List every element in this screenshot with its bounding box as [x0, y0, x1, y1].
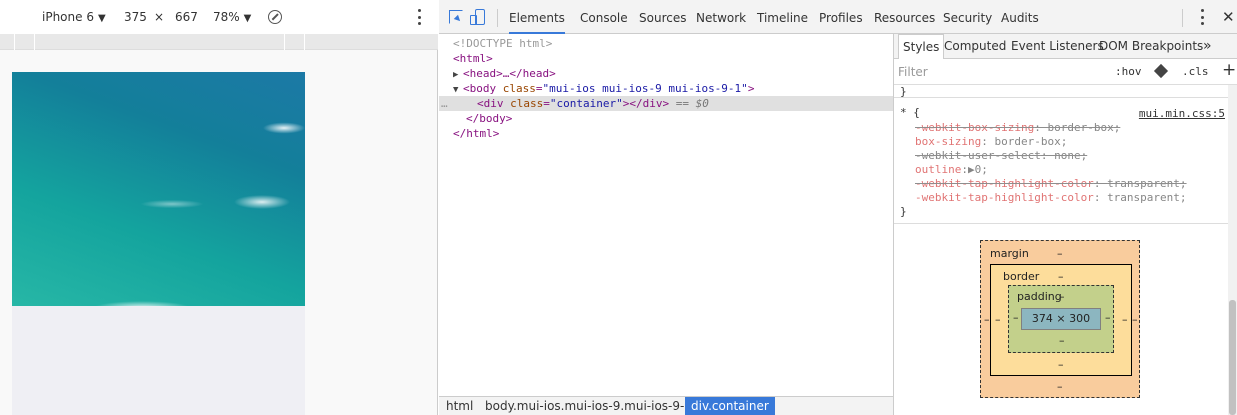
device-select[interactable]: iPhone 6 ▼: [42, 10, 106, 24]
style-rules: } * { mui.min.css:5 -webkit-box-sizing: …: [894, 85, 1237, 225]
device-width-input[interactable]: 375: [124, 10, 147, 24]
padding-label: padding: [1017, 290, 1062, 303]
tab-network[interactable]: Network: [696, 0, 746, 34]
margin-right-value[interactable]: –: [1132, 313, 1138, 326]
declaration-row[interactable]: -webkit-box-sizing: border-box;: [915, 121, 1120, 135]
breadcrumb-div-container[interactable]: div.container: [685, 397, 775, 415]
padding-right-value[interactable]: –: [1105, 311, 1111, 324]
tab-elements[interactable]: Elements: [509, 0, 565, 34]
devtools-panel: Elements Console Sources Network Timelin…: [439, 0, 1237, 415]
tab-audits[interactable]: Audits: [1001, 0, 1039, 34]
declaration-row[interactable]: outline:▶0;: [915, 163, 988, 177]
border-label: border: [1003, 270, 1040, 283]
declaration-row[interactable]: -webkit-tap-highlight-color: transparent…: [915, 177, 1187, 191]
declaration-row[interactable]: -webkit-tap-highlight-color: transparent…: [915, 191, 1187, 205]
close-icon[interactable]: ✕: [1222, 8, 1235, 26]
tab-profiles[interactable]: Profiles: [819, 0, 863, 34]
box-model-content[interactable]: 374 × 300: [1021, 308, 1101, 330]
tree-line-html-close[interactable]: </html>: [439, 126, 893, 141]
tab-styles[interactable]: Styles: [898, 34, 945, 59]
tab-sources[interactable]: Sources: [639, 0, 686, 34]
device-toolbar: iPhone 6 ▼ 375 × 667 78% ▼: [0, 0, 438, 34]
margin-label: margin: [990, 247, 1029, 260]
device-emulation-pane: iPhone 6 ▼ 375 × 667 78% ▼: [0, 0, 438, 415]
elements-tree: <!DOCTYPE html> <html> ▶ <head>…</head> ▼…: [439, 34, 893, 396]
device-height-input[interactable]: 667: [175, 10, 198, 24]
breadcrumb: html body.mui-ios.mui-ios-9.mui-ios-9-1 …: [439, 396, 893, 415]
margin-bottom-value[interactable]: –: [1057, 380, 1063, 393]
tab-timeline[interactable]: Timeline: [757, 0, 808, 34]
tree-line-doctype[interactable]: <!DOCTYPE html>: [439, 36, 893, 51]
tab-dom-breakpoints[interactable]: DOM Breakpoints: [1099, 34, 1203, 59]
box-model-padding[interactable]: padding – – – – 374 × 300: [1008, 285, 1114, 353]
sidebar-scrollbar-thumb[interactable]: [1229, 300, 1236, 415]
padding-bottom-value[interactable]: –: [1059, 334, 1065, 347]
box-model-border[interactable]: border – – – – padding – – – – 374 × 300: [990, 264, 1132, 376]
declaration-row[interactable]: -webkit-user-select: none;: [915, 149, 1087, 163]
sidebar-scrollbar[interactable]: [1228, 85, 1237, 415]
more-tabs-icon[interactable]: »: [1203, 34, 1212, 59]
border-right-value[interactable]: –: [1122, 313, 1128, 326]
dimension-separator: ×: [154, 10, 165, 24]
styles-sidebar: Styles Computed Event Listeners DOM Brea…: [893, 34, 1237, 415]
tab-security[interactable]: Security: [943, 0, 992, 34]
breadcrumb-body[interactable]: body.mui-ios.mui-ios-9.mui-ios-9-1: [479, 397, 698, 415]
caret-down-icon: ▼: [97, 13, 106, 24]
border-top-value[interactable]: –: [1058, 270, 1064, 283]
padding-left-value[interactable]: –: [1013, 311, 1019, 324]
paint-flashing-icon[interactable]: [1153, 63, 1169, 79]
devtools-tabbar: Elements Console Sources Network Timelin…: [439, 0, 1237, 34]
margin-left-value[interactable]: –: [984, 313, 990, 326]
tree-line-head[interactable]: ▶ <head>…</head>: [439, 66, 893, 81]
hover-state-toggle[interactable]: :hov: [1115, 65, 1142, 78]
zoom-value: 78%: [213, 10, 240, 24]
tab-event-listeners[interactable]: Event Listeners: [1011, 34, 1104, 59]
padding-top-value[interactable]: –: [1059, 290, 1065, 303]
device-name: iPhone 6: [42, 10, 94, 24]
rule-selector[interactable]: * {: [900, 106, 920, 120]
tab-console[interactable]: Console: [580, 0, 628, 34]
caret-down-icon: ▼: [243, 13, 252, 24]
sidebar-tabbar: Styles Computed Event Listeners DOM Brea…: [894, 34, 1237, 59]
breadcrumb-html[interactable]: html: [440, 397, 479, 415]
toggle-device-icon[interactable]: [470, 9, 485, 25]
styles-filter-input[interactable]: [898, 63, 1098, 81]
devtools-menu-icon[interactable]: [1200, 9, 1204, 25]
source-link[interactable]: mui.min.css:5: [1139, 107, 1225, 120]
tree-line-body[interactable]: ▼ <body class="mui-ios mui-ios-9 mui-ios-…: [439, 81, 893, 96]
tree-line-html[interactable]: <html>: [439, 51, 893, 66]
class-toggle[interactable]: .cls: [1182, 65, 1209, 78]
new-rule-icon[interactable]: +: [1222, 60, 1236, 80]
declaration-row[interactable]: box-sizing: border-box;: [915, 135, 1067, 149]
tree-line-div-container[interactable]: … <div class="container"></div> == $0: [439, 96, 893, 111]
selected-marker: == $0: [675, 97, 709, 110]
devtools-window: iPhone 6 ▼ 375 × 667 78% ▼ Elements Consol…: [0, 0, 1237, 415]
zoom-select[interactable]: 78% ▼: [213, 10, 251, 24]
ellipsis-icon[interactable]: …: [441, 96, 448, 111]
border-left-value[interactable]: –: [995, 313, 1001, 326]
margin-top-value[interactable]: –: [1057, 247, 1063, 260]
tab-resources[interactable]: Resources: [874, 0, 935, 34]
more-options-icon[interactable]: [417, 9, 421, 25]
styles-filter-row: :hov .cls +: [894, 59, 1237, 85]
sky-background-image: [12, 72, 305, 306]
tree-line-body-close[interactable]: </body>: [439, 111, 893, 126]
rule-close: }: [900, 205, 907, 218]
box-model-diagram: margin – – – – border – – – – padding –: [980, 240, 1140, 398]
box-model-margin[interactable]: margin – – – – border – – – – padding –: [980, 240, 1140, 398]
rotate-icon[interactable]: [268, 10, 282, 24]
tab-computed[interactable]: Computed: [944, 34, 1006, 59]
inspect-element-icon[interactable]: [449, 10, 463, 24]
media-query-ruler[interactable]: [0, 34, 438, 50]
emulated-page[interactable]: [12, 72, 305, 415]
border-bottom-value[interactable]: –: [1058, 358, 1064, 371]
